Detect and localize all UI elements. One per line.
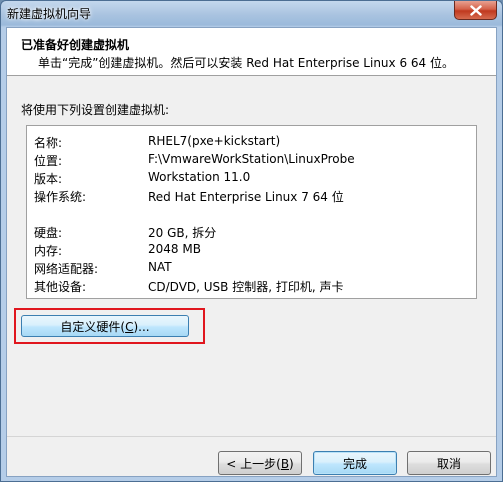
summary-row-devices: 其他设备: CD/DVD, USB 控制器, 打印机, 声卡 <box>27 276 476 294</box>
summary-row-os: 操作系统: Red Hat Enterprise Linux 7 64 位 <box>27 186 476 204</box>
footer-divider <box>7 436 496 437</box>
settings-summary: 名称: RHEL7(pxe+kickstart) 位置: F:\VmwareWo… <box>26 125 477 299</box>
row-key: 操作系统: <box>34 190 87 204</box>
row-key: 名称: <box>34 136 63 150</box>
title-bar[interactable]: 新建虚拟机向导 <box>1 1 502 25</box>
row-value: Workstation 11.0 <box>148 170 251 184</box>
button-label-suffix: )... <box>133 319 150 334</box>
row-key: 其他设备: <box>34 280 87 294</box>
page-subtitle: 单击“完成”创建虚拟机。然后可以安装 Red Hat Enterprise Li… <box>38 56 454 70</box>
close-button[interactable] <box>454 1 497 20</box>
row-key: 内存: <box>34 244 63 258</box>
summary-row-network: 网络适配器: NAT <box>27 258 476 276</box>
customize-hardware-button[interactable]: 自定义硬件(C)... <box>21 315 189 337</box>
row-value: Red Hat Enterprise Linux 7 64 位 <box>148 190 344 204</box>
row-value: NAT <box>148 260 172 274</box>
summary-row-version: 版本: Workstation 11.0 <box>27 168 476 186</box>
row-key: 硬盘: <box>34 226 63 240</box>
wizard-body: 已准备好创建虚拟机 单击“完成”创建虚拟机。然后可以安装 Red Hat Ent… <box>6 27 497 477</box>
row-key: 网络适配器: <box>34 262 99 276</box>
wizard-window: 新建虚拟机向导 已准备好创建虚拟机 单击“完成”创建虚拟机。然后可以安装 Red… <box>0 0 503 482</box>
row-value: 20 GB, 拆分 <box>148 226 217 240</box>
summary-row-name: 名称: RHEL7(pxe+kickstart) <box>27 132 476 150</box>
back-button[interactable]: < 上一步(B) <box>218 451 302 475</box>
page-title: 已准备好创建虚拟机 <box>21 38 130 52</box>
row-value: RHEL7(pxe+kickstart) <box>148 134 281 148</box>
button-label: 取消 <box>436 456 461 471</box>
button-label-suffix: ) <box>289 456 294 471</box>
cancel-button[interactable]: 取消 <box>407 451 491 475</box>
summary-label: 将使用下列设置创建虚拟机: <box>21 103 170 117</box>
accelerator-key: B <box>280 456 290 471</box>
row-value: CD/DVD, USB 控制器, 打印机, 声卡 <box>148 280 344 294</box>
summary-row-disk: 硬盘: 20 GB, 拆分 <box>27 222 476 240</box>
wizard-header: 已准备好创建虚拟机 单击“完成”创建虚拟机。然后可以安装 Red Hat Ent… <box>7 28 496 76</box>
window-title: 新建虚拟机向导 <box>7 7 92 21</box>
button-label: < 上一步( <box>226 456 281 471</box>
summary-row-memory: 内存: 2048 MB <box>27 240 476 258</box>
row-key: 位置: <box>34 154 63 168</box>
finish-button[interactable]: 完成 <box>313 451 397 475</box>
button-label: 完成 <box>342 456 367 471</box>
row-value: F:\VmwareWorkStation\LinuxProbe <box>148 152 355 166</box>
button-label: 自定义硬件( <box>60 319 126 334</box>
row-value: 2048 MB <box>148 242 201 256</box>
close-icon <box>470 5 482 16</box>
summary-row-location: 位置: F:\VmwareWorkStation\LinuxProbe <box>27 150 476 168</box>
row-key: 版本: <box>34 172 63 186</box>
